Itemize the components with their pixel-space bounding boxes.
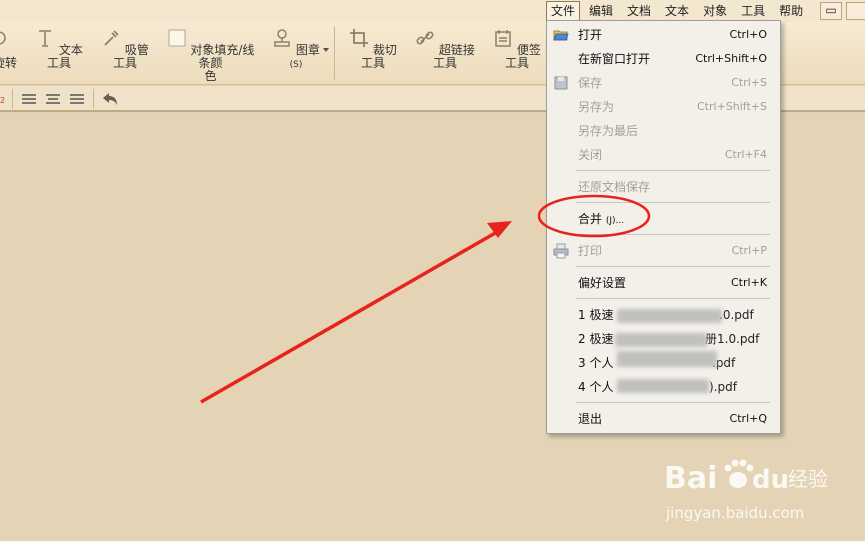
menu-separator bbox=[576, 266, 770, 267]
watermark-brand-right: du bbox=[752, 465, 789, 495]
save-label: 保存 bbox=[578, 76, 603, 90]
watermark-url: jingyan.baidu.com bbox=[665, 504, 804, 522]
baidu-logo: Bai du 经验 jingyan.baidu.com bbox=[664, 459, 828, 522]
menu-separator bbox=[576, 170, 770, 171]
print-label: 打印 bbox=[578, 244, 603, 258]
recent-file-3-prefix: 3 个人 bbox=[578, 356, 614, 370]
annotation-circle bbox=[537, 194, 651, 238]
menu-separator bbox=[576, 402, 770, 403]
exit-label: 退出 bbox=[578, 412, 603, 426]
menu-item-print[interactable]: 打印 Ctrl+P bbox=[547, 240, 780, 262]
open-label: 打开 bbox=[578, 28, 603, 42]
close-shortcut: Ctrl+F4 bbox=[724, 148, 767, 161]
preferences-shortcut: Ctrl+K bbox=[730, 276, 767, 289]
save-as-final-label: 另存为最后 bbox=[578, 124, 639, 138]
print-shortcut: Ctrl+P bbox=[731, 244, 767, 257]
recent-file-2-suffix: 册1.0.pdf bbox=[705, 332, 760, 346]
menu-item-preferences[interactable]: 偏好设置 Ctrl+K bbox=[547, 272, 780, 294]
redaction-blur bbox=[617, 309, 722, 323]
recent-file-4-suffix: ).pdf bbox=[709, 380, 737, 394]
menu-item-open[interactable]: 打开 Ctrl+O bbox=[547, 24, 780, 46]
redaction-blur bbox=[615, 333, 707, 347]
menu-item-save[interactable]: 保存 Ctrl+S bbox=[547, 72, 780, 94]
close-label: 关闭 bbox=[578, 148, 603, 162]
menu-item-save-as[interactable]: 另存为 Ctrl+Shift+S bbox=[547, 96, 780, 118]
recent-file-4-prefix: 4 个人 bbox=[578, 380, 614, 394]
redaction-blur bbox=[617, 351, 717, 367]
preferences-label: 偏好设置 bbox=[578, 276, 627, 290]
baidu-watermark: Bai du 经验 jingyan.baidu.com bbox=[660, 448, 860, 528]
menu-item-open-new-window[interactable]: 在新窗口打开 Ctrl+Shift+O bbox=[547, 48, 780, 70]
open-shortcut: Ctrl+O bbox=[729, 28, 767, 41]
recent-file-2-prefix: 2 极速 bbox=[578, 332, 614, 346]
save-disk-icon bbox=[554, 76, 568, 90]
redaction-blur bbox=[617, 379, 709, 393]
save-as-shortcut: Ctrl+Shift+S bbox=[697, 100, 767, 113]
exit-shortcut: Ctrl+Q bbox=[729, 412, 767, 425]
menu-item-exit[interactable]: 退出 Ctrl+Q bbox=[547, 408, 780, 430]
save-shortcut: Ctrl+S bbox=[731, 76, 767, 89]
open-new-window-shortcut: Ctrl+Shift+O bbox=[695, 52, 767, 65]
save-as-label: 另存为 bbox=[578, 100, 615, 114]
watermark-brand-cn: 经验 bbox=[788, 467, 828, 491]
menu-separator bbox=[576, 298, 770, 299]
menu-item-save-as-final[interactable]: 另存为最后 bbox=[547, 120, 780, 142]
open-new-window-label: 在新窗口打开 bbox=[578, 52, 651, 66]
menu-item-close[interactable]: 关闭 Ctrl+F4 bbox=[547, 144, 780, 166]
printer-icon bbox=[553, 243, 569, 259]
watermark-brand-left: Bai bbox=[664, 461, 717, 496]
paw-icon bbox=[724, 459, 754, 488]
recent-file-1-suffix: .0.pdf bbox=[719, 308, 754, 322]
open-folder-icon bbox=[553, 30, 569, 41]
recent-file-1-prefix: 1 极速 bbox=[578, 308, 614, 322]
